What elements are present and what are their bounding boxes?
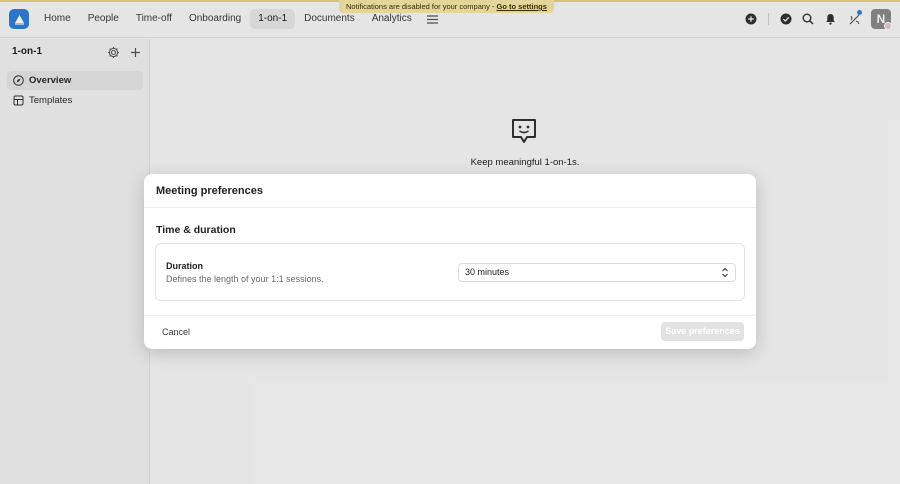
meeting-preferences-dialog: Meeting preferences Time & duration Dura… xyxy=(144,174,756,349)
duration-card: Duration Defines the length of your 1:1 … xyxy=(155,243,745,301)
cancel-button[interactable]: Cancel xyxy=(156,324,196,340)
duration-select-value: 30 minutes xyxy=(465,267,510,277)
divider xyxy=(144,207,756,208)
dialog-title: Meeting preferences xyxy=(156,185,263,197)
duration-select[interactable]: 30 minutes xyxy=(458,263,736,282)
chevron-up-down-icon xyxy=(721,267,729,278)
section-title: Time & duration xyxy=(156,224,236,236)
divider xyxy=(144,315,756,316)
duration-description: Defines the length of your 1:1 sessions. xyxy=(166,274,324,284)
save-preferences-button[interactable]: Save preferences xyxy=(661,322,744,341)
duration-label: Duration xyxy=(166,261,203,271)
